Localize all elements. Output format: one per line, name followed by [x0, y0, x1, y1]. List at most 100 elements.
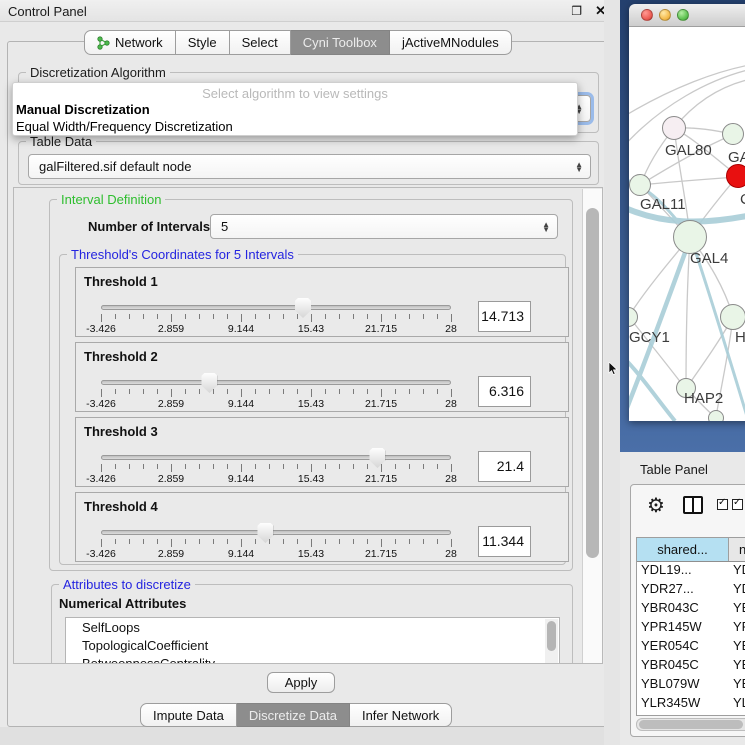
slider-tick-labels: -3.4262.8599.14415.4321.71528	[101, 398, 451, 410]
node-table-body: YDL19...YDL1YDR27...YDR2YBR043CYBR0YPR14…	[637, 562, 745, 715]
apply-button[interactable]: Apply	[267, 672, 335, 693]
list-item[interactable]: BetweennessCentrality	[66, 654, 559, 664]
table-toolbar: ⚙	[631, 485, 745, 529]
threshold-slider-track[interactable]	[101, 530, 451, 535]
table-panel: Table Panel ⚙ shared... name YDL19...YDL…	[620, 452, 745, 745]
settings-scroll-viewport: Interval Definition Number of Intervals …	[13, 187, 603, 664]
checkbox-icon[interactable]	[732, 499, 743, 510]
network-node[interactable]	[629, 174, 651, 196]
menu-item-manual-discretization[interactable]: Manual Discretization	[16, 102, 150, 117]
algorithm-placeholder: Select algorithm to view settings	[13, 86, 577, 101]
tab-network[interactable]: Network	[84, 30, 176, 55]
table-panel-box: ⚙ shared... name YDL19...YDL1YDR27...YDR…	[630, 484, 745, 737]
threshold-row: Threshold 3 -3.4262.8599.14415.4321.7152…	[75, 417, 569, 487]
tab-select[interactable]: Select	[230, 30, 291, 55]
node-label: C	[740, 191, 745, 208]
node-label: GAL80	[665, 142, 712, 159]
thresholds-group: Threshold's Coordinates for 5 Intervals …	[59, 254, 566, 565]
table-row[interactable]: YBR045CYBR0	[637, 657, 745, 676]
node-label: HAP2	[684, 390, 723, 407]
tab-infer-network[interactable]: Infer Network	[350, 703, 452, 727]
table-hscrollbar[interactable]	[636, 718, 745, 731]
interval-definition-title: Interval Definition	[57, 192, 165, 207]
attributes-list-items: SelfLoopsTopologicalCoefficientBetweenne…	[66, 618, 559, 664]
number-of-intervals-label: Number of Intervals	[88, 219, 210, 234]
discretization-algorithm-title: Discretization Algorithm	[26, 65, 170, 80]
bottom-tab-bar: Impute Data Discretize Data Infer Networ…	[140, 703, 452, 727]
node-table: shared... name YDL19...YDL1YDR27...YDR2Y…	[636, 537, 745, 716]
network-canvas[interactable]: GAL80GACGAL11GAL4GCY1HHAP2	[629, 27, 745, 421]
gear-icon[interactable]: ⚙	[647, 493, 665, 518]
network-window-titlebar[interactable]	[629, 4, 745, 27]
threshold-value-field[interactable]: 6.316	[478, 376, 531, 407]
threshold-slider-track[interactable]	[101, 305, 451, 310]
list-item[interactable]: SelfLoops	[66, 618, 559, 636]
top-tab-bar: Network Style Select Cyni Toolbox jActiv…	[84, 30, 512, 55]
table-row[interactable]: YLR345WYLR3	[637, 695, 745, 714]
number-of-intervals-value: 5	[221, 219, 228, 234]
column-header-name[interactable]: name	[729, 538, 745, 561]
menu-item-equal-width-frequency[interactable]: Equal Width/Frequency Discretization	[16, 119, 233, 134]
threshold-row: Threshold 4 -3.4262.8599.14415.4321.7152…	[75, 492, 569, 562]
table-data-group: Table Data galFiltered.sif default node …	[18, 141, 599, 185]
tab-style[interactable]: Style	[176, 30, 230, 55]
tab-network-label: Network	[115, 35, 163, 50]
mouse-cursor	[608, 362, 618, 381]
table-panel-title: Table Panel	[640, 462, 708, 477]
control-panel-titlebar: Control Panel ❐ ✕	[0, 0, 620, 22]
thresholds-group-title: Threshold's Coordinates for 5 Intervals	[67, 247, 298, 262]
table-row[interactable]: YDL19...YDL1	[637, 562, 745, 581]
float-window-icon[interactable]: ❐	[571, 4, 582, 18]
threshold-value-field[interactable]: 21.4	[478, 451, 531, 482]
node-label: GAL11	[640, 196, 686, 213]
network-node[interactable]	[673, 220, 707, 254]
table-row[interactable]: YIL052CYIL0	[637, 714, 745, 715]
table-data-combobox[interactable]: galFiltered.sif default node ▲▼	[28, 154, 591, 179]
network-node[interactable]	[720, 304, 745, 330]
tab-impute-data[interactable]: Impute Data	[140, 703, 237, 727]
control-panel-title: Control Panel	[8, 4, 87, 19]
threshold-slider-track[interactable]	[101, 380, 451, 385]
table-row[interactable]: YBL079WYBL0	[637, 676, 745, 695]
attributes-group-title: Attributes to discretize	[59, 577, 195, 592]
interval-definition-group: Interval Definition Number of Intervals …	[49, 199, 573, 571]
tab-cyni-toolbox[interactable]: Cyni Toolbox	[291, 30, 390, 55]
tab-discretize-data[interactable]: Discretize Data	[237, 703, 350, 727]
table-row[interactable]: YDR27...YDR2	[637, 581, 745, 600]
threshold-slider-track[interactable]	[101, 455, 451, 460]
combo-stepper-icon: ▲▼	[575, 162, 583, 172]
network-node[interactable]	[726, 164, 745, 188]
slider-tick-labels: -3.4262.8599.14415.4321.71528	[101, 323, 451, 335]
node-label: H	[735, 329, 745, 346]
combo-stepper-icon: ▲▼	[542, 222, 550, 232]
numerical-attributes-list[interactable]: SelfLoopsTopologicalCoefficientBetweenne…	[65, 617, 560, 664]
attributes-group: Attributes to discretize Numerical Attri…	[51, 584, 573, 664]
table-row[interactable]: YER054CYER0	[637, 638, 745, 657]
window-zoom-icon[interactable]	[677, 9, 689, 21]
network-view-window[interactable]: GAL80GACGAL11GAL4GCY1HHAP2	[629, 4, 745, 421]
number-of-intervals-combobox[interactable]: 5 ▲▼	[210, 214, 558, 239]
table-row[interactable]: YBR043CYBR0	[637, 600, 745, 619]
table-header: shared... name	[637, 538, 745, 562]
threshold-row: Threshold 2 -3.4262.8599.14415.4321.7152…	[75, 342, 569, 412]
network-node[interactable]	[722, 123, 744, 145]
list-scrollbar[interactable]	[545, 619, 558, 664]
network-node[interactable]	[708, 410, 724, 421]
node-label: GCY1	[629, 329, 670, 346]
window-minimize-icon[interactable]	[659, 9, 671, 21]
table-data-title: Table Data	[26, 134, 96, 149]
tab-jactivemnodules[interactable]: jActiveMNodules	[390, 30, 512, 55]
control-panel: Control Panel ❐ ✕ Network	[0, 0, 620, 727]
table-row[interactable]: YPR145WYPR1	[637, 619, 745, 638]
algorithm-dropdown-popup: Select algorithm to view settings Manual…	[12, 82, 578, 136]
columns-icon[interactable]	[683, 496, 703, 514]
network-desktop: GAL80GACGAL11GAL4GCY1HHAP2	[620, 0, 745, 452]
column-header-shared-name[interactable]: shared...	[637, 538, 729, 561]
threshold-value-field[interactable]: 14.713	[478, 301, 531, 332]
network-node[interactable]	[662, 116, 686, 140]
settings-scrollbar[interactable]	[582, 189, 602, 663]
window-close-icon[interactable]	[641, 9, 653, 21]
list-item[interactable]: TopologicalCoefficient	[66, 636, 559, 654]
threshold-value-field[interactable]: 11.344	[478, 526, 531, 557]
checkbox-icon[interactable]	[717, 499, 728, 510]
